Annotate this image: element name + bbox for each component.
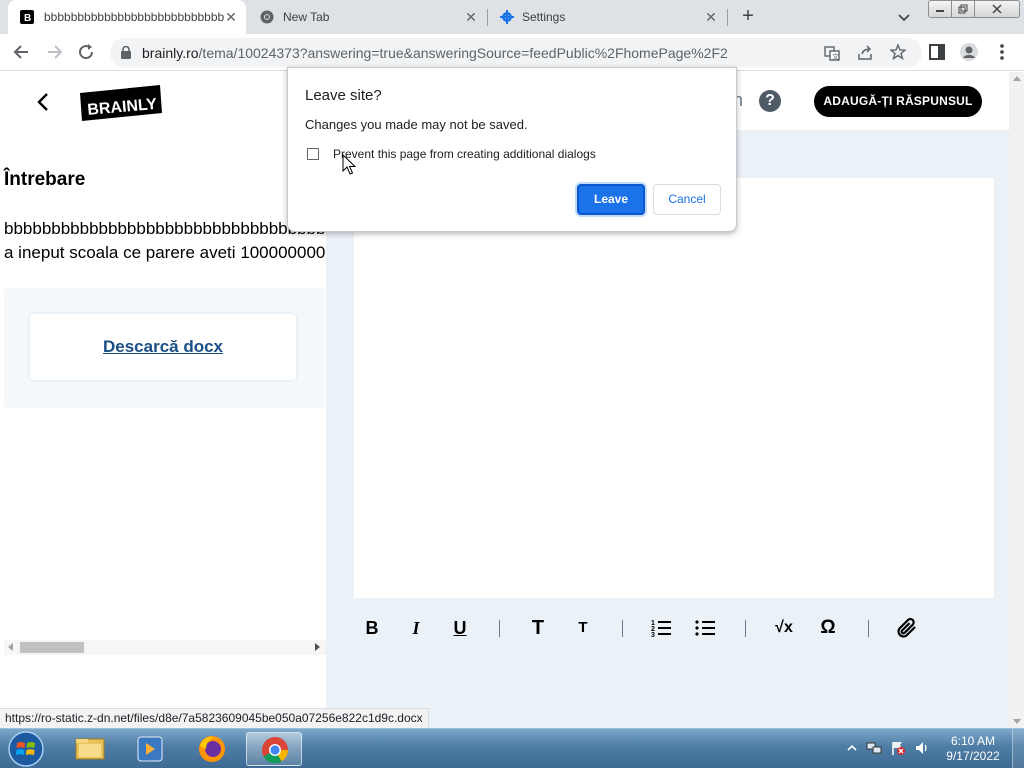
help-question-icon[interactable]: ? (759, 90, 781, 112)
volume-icon[interactable] (914, 740, 930, 756)
url-host: brainly.ro (142, 45, 199, 61)
ordered-list-icon[interactable]: 123 (649, 616, 673, 640)
tab-title: New Tab (283, 10, 330, 24)
answer-text-area[interactable] (354, 178, 994, 598)
toolbar-divider (868, 620, 869, 637)
scroll-down-arrow-icon[interactable] (1013, 719, 1021, 724)
horizontal-scrollbar[interactable] (4, 640, 326, 655)
url-text: brainly.ro/tema/10024373?answering=true&… (142, 45, 728, 61)
action-center-flag-icon[interactable] (890, 740, 906, 756)
question-line-1: bbbbbbbbbbbbbbbbbbbbbbbbbbbbbbbbbbbbbbbb… (4, 219, 326, 238)
brainly-logo[interactable]: BRAINLY (80, 85, 162, 121)
download-card[interactable]: Descarcă docx (28, 312, 298, 382)
scrollbar-thumb[interactable] (20, 642, 84, 653)
back-chevron-icon[interactable] (34, 92, 54, 112)
answer-editor: B I U T T 123 √x Ω (344, 168, 1006, 656)
bookmark-star-icon[interactable] (890, 44, 906, 60)
reload-icon[interactable] (76, 42, 96, 62)
editor-toolbar: B I U T T 123 √x Ω (344, 608, 1006, 648)
show-desktop-button[interactable] (1012, 729, 1024, 768)
address-bar[interactable]: brainly.ro/tema/10024373?answering=true&… (110, 38, 922, 67)
scroll-right-arrow-icon[interactable] (315, 643, 320, 651)
close-tab-icon[interactable]: ✕ (224, 10, 238, 24)
question-line-2: a ineput scoala ce parere aveti 10000000… (4, 243, 326, 262)
show-hidden-icons-icon[interactable] (844, 740, 860, 756)
attachment-paperclip-icon[interactable] (895, 616, 919, 640)
clock-time: 6:10 AM (950, 734, 996, 748)
share-icon[interactable] (857, 45, 873, 61)
toolbar-divider (499, 620, 500, 637)
network-icon[interactable] (866, 740, 882, 756)
clock-date: 9/17/2022 (946, 749, 1000, 763)
tab-title: bbbbbbbbbbbbbbbbbbbbbbbbbbbbb (44, 10, 224, 24)
question-heading: Întrebare (4, 169, 86, 190)
toolbar-divider (745, 620, 746, 637)
leave-site-dialog: Leave site? Changes you made may not be … (287, 67, 737, 232)
menu-kebab-icon[interactable] (992, 42, 1012, 62)
mouse-cursor-icon (342, 154, 356, 175)
svg-text:3: 3 (651, 632, 655, 639)
lock-icon[interactable] (120, 46, 132, 59)
add-answer-button[interactable]: ADAUGĂ-ȚI RĂSPUNSUL (814, 86, 982, 117)
side-panel-icon[interactable] (927, 42, 947, 62)
dialog-message: Changes you made may not be saved. (305, 117, 528, 132)
close-tab-icon[interactable]: ✕ (464, 10, 478, 24)
brainly-favicon-icon: B (20, 10, 34, 24)
browser-toolbar: brainly.ro/tema/10024373?answering=true&… (0, 34, 1024, 71)
chrome-favicon-icon (260, 10, 274, 24)
translate-icon[interactable]: 文 (824, 45, 840, 61)
toolbar-divider (622, 620, 623, 637)
underline-icon[interactable]: U (448, 616, 472, 640)
math-formula-icon[interactable]: √x (772, 616, 796, 640)
leave-button[interactable]: Leave (577, 184, 645, 215)
back-arrow-icon[interactable] (12, 42, 32, 62)
vertical-scrollbar[interactable] (1009, 72, 1024, 728)
scroll-left-arrow-icon[interactable] (8, 643, 13, 651)
bullet-list-icon[interactable] (693, 616, 717, 640)
chrome-taskbar-icon (262, 737, 289, 764)
forward-arrow-icon[interactable] (44, 42, 64, 62)
explorer-taskbar-icon[interactable] (62, 732, 118, 766)
tab-separator (727, 9, 728, 26)
heading-large-icon[interactable]: T (526, 616, 550, 640)
prevent-dialogs-checkbox[interactable] (307, 148, 319, 160)
close-tab-icon[interactable]: ✕ (704, 10, 718, 24)
new-tab-plus-icon[interactable]: + (738, 6, 758, 27)
settings-gear-icon (500, 10, 514, 24)
media-player-taskbar-icon[interactable] (122, 732, 178, 766)
windows-start-orb-icon[interactable] (4, 730, 48, 768)
bold-icon[interactable]: B (360, 616, 384, 640)
tab-strip: B bbbbbbbbbbbbbbbbbbbbbbbbbbbbb ✕ New Ta… (0, 0, 1024, 35)
link-status-bubble: https://ro-static.z-dn.net/files/d8e/7a5… (0, 708, 429, 728)
svg-text:B: B (24, 13, 31, 24)
attachment-section: Descarcă docx (4, 288, 325, 408)
chrome-taskbar-button[interactable] (246, 732, 302, 766)
restore-button[interactable] (951, 0, 975, 18)
taskbar-clock[interactable]: 6:10 AM 9/17/2022 (940, 734, 1006, 764)
italic-icon[interactable]: I (404, 616, 428, 640)
tab-new-tab[interactable]: New Tab ✕ (248, 0, 486, 34)
windows-taskbar: 6:10 AM 9/17/2022 (0, 728, 1024, 768)
tab-brainly[interactable]: B bbbbbbbbbbbbbbbbbbbbbbbbbbbbb ✕ (8, 0, 246, 35)
close-window-button[interactable] (974, 0, 1020, 18)
special-symbol-icon[interactable]: Ω (816, 616, 840, 640)
heading-small-icon[interactable]: T (571, 616, 595, 640)
question-text: bbbbbbbbbbbbbbbbbbbbbbbbbbbbbbbbbbbbbbbb… (4, 217, 326, 265)
scroll-up-arrow-icon[interactable] (1013, 76, 1021, 81)
download-docx-link[interactable]: Descarcă docx (103, 337, 223, 356)
dialog-title: Leave site? (305, 87, 382, 104)
profile-avatar-icon[interactable] (959, 42, 979, 62)
svg-text:文: 文 (832, 52, 839, 61)
cancel-button[interactable]: Cancel (653, 184, 721, 215)
prevent-dialogs-label[interactable]: Prevent this page from creating addition… (333, 147, 596, 161)
tab-search-chevron-icon[interactable] (896, 9, 912, 25)
firefox-taskbar-icon[interactable] (184, 732, 240, 766)
tab-title: Settings (522, 10, 566, 24)
minimize-button[interactable] (928, 0, 952, 18)
tab-settings[interactable]: Settings ✕ (488, 0, 726, 34)
url-path: /tema/10024373?answering=true&answeringS… (198, 45, 728, 61)
